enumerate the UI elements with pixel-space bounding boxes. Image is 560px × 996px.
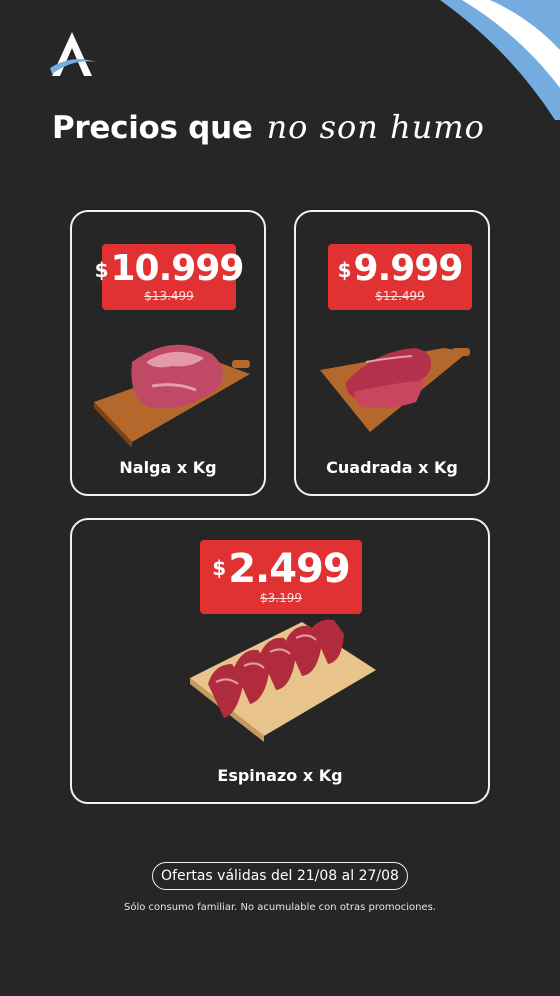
currency-symbol: $ [94, 258, 109, 282]
title-script: no son humo [266, 108, 485, 146]
price-tag: $ 2.499 $3.199 [200, 540, 362, 614]
price-value: 9.999 [353, 248, 464, 289]
old-price: $3.199 [260, 591, 302, 605]
disclaimer-text: Sólo consumo familiar. No acumulable con… [124, 902, 436, 913]
price-value: 2.499 [228, 546, 351, 592]
price-value: 10.999 [110, 248, 245, 289]
product-card-nalga[interactable]: $ 10.999 $13.499 Nalga x Kg [70, 210, 266, 496]
validity-badge: Ofertas válidas del 21/08 al 27/08 [152, 862, 408, 890]
product-card-espinazo[interactable]: $ 2.499 $3.199 Espinazo x Kg [70, 518, 490, 804]
old-price: $12.499 [375, 289, 425, 303]
espinazo-meat-image [184, 618, 380, 750]
product-name: Nalga x Kg [119, 458, 217, 477]
title-plain: Precios que [52, 110, 253, 146]
old-price: $13.499 [144, 289, 194, 303]
brand-logo-icon [46, 28, 98, 80]
product-name: Cuadrada x Kg [326, 458, 458, 477]
nalga-meat-image [92, 332, 252, 451]
price-tag: $ 10.999 $13.499 [95, 244, 244, 310]
flag-stripes-icon [400, 0, 560, 120]
page-title: Precios que no son humo [52, 108, 532, 154]
currency-symbol: $ [212, 556, 227, 580]
price-tag: $ 9.999 $12.499 [328, 244, 472, 310]
product-name: Espinazo x Kg [217, 766, 343, 785]
currency-symbol: $ [337, 258, 352, 282]
product-card-cuadrada[interactable]: $ 9.999 $12.499 Cuadrada x Kg [294, 210, 490, 496]
cuadrada-meat-image [316, 340, 476, 444]
